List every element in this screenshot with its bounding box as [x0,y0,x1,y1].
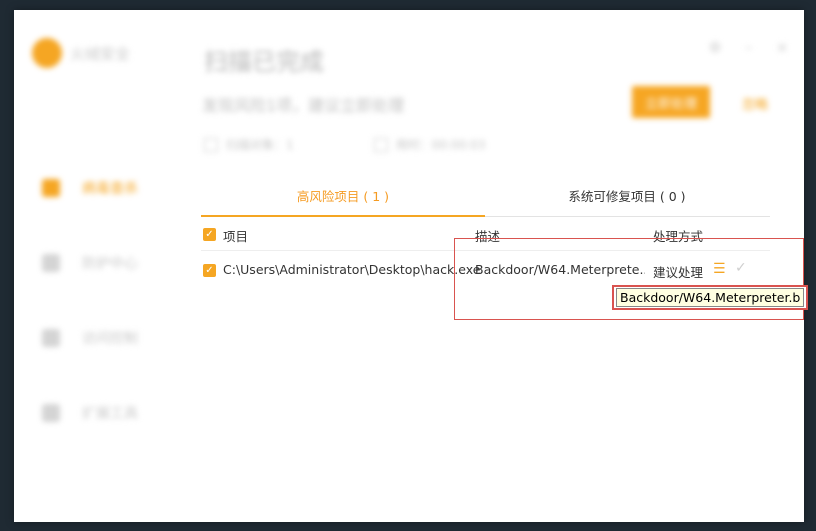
file-path: C:\Users\Administrator\Desktop\hack.exe [223,262,481,277]
virus-scan-icon [42,178,60,197]
scan-result-subtitle: 发现风险1项，建议立即处理 [202,96,405,115]
tab-high-risk[interactable]: 高风险项目 ( 1 ) [201,186,485,208]
sidebar-item-label: 扩展工具 [82,405,138,422]
stat-label: 用时：00:00:03 [395,138,486,152]
close-icon[interactable]: × [776,40,788,56]
process-now-button[interactable]: 立即处理 [632,86,710,118]
grid-icon [42,403,60,422]
settings-icon[interactable]: ⚙ [709,40,722,56]
tab-system-repair[interactable]: 系统可修复项目 ( 0 ) [485,186,769,208]
stat-label: 扫描对象：1 [226,138,294,152]
sidebar-item-tools[interactable]: 扩展工具 [42,375,138,450]
page-title: 扫描已完成 [204,48,324,76]
scan-time-stat: 用时：00:00:03 [373,136,486,153]
sidebar-nav: 病毒查杀 防护中心 访问控制 扩展工具 [42,150,138,450]
app-name: 火绒安全 [70,44,131,63]
ignore-link[interactable]: 忽略 [742,94,768,113]
logo-icon [32,38,62,68]
scan-stats: 扫描对象：1 用时：00:00:03 [204,136,486,153]
sidebar: 火绒安全 病毒查杀 防护中心 访问控制 扩展工具 [14,10,184,522]
tooltip-highlight: Backdoor/W64.Meterpreter.b [612,285,809,310]
column-header-item: 项目 [223,229,249,244]
shield-icon [42,253,60,272]
file-icon [204,137,218,152]
sidebar-item-access-control[interactable]: 访问控制 [42,300,138,375]
row-checkbox[interactable]: ✓ [203,264,216,277]
window-controls: ⚙ – × [709,40,788,56]
minimize-icon[interactable]: – [745,40,752,56]
filter-icon [42,328,60,347]
result-tabs: 高风险项目 ( 1 ) 系统可修复项目 ( 0 ) [201,186,770,217]
sidebar-item-label: 病毒查杀 [82,180,138,197]
scan-objects-stat: 扫描对象：1 [204,136,294,153]
sidebar-item-virus-scan[interactable]: 病毒查杀 [42,150,138,225]
active-tab-indicator [201,215,485,217]
sidebar-item-protection[interactable]: 防护中心 [42,225,138,300]
select-all-checkbox[interactable]: ✓ [203,228,216,241]
sidebar-item-label: 防护中心 [82,255,138,272]
clock-icon [373,137,388,152]
app-window: 火绒安全 病毒查杀 防护中心 访问控制 扩展工具 ⚙ – × 扫描已完成 发现风… [14,10,809,522]
tooltip: Backdoor/W64.Meterpreter.b [616,288,805,307]
logo: 火绒安全 [32,38,130,68]
sidebar-item-label: 访问控制 [82,330,138,347]
